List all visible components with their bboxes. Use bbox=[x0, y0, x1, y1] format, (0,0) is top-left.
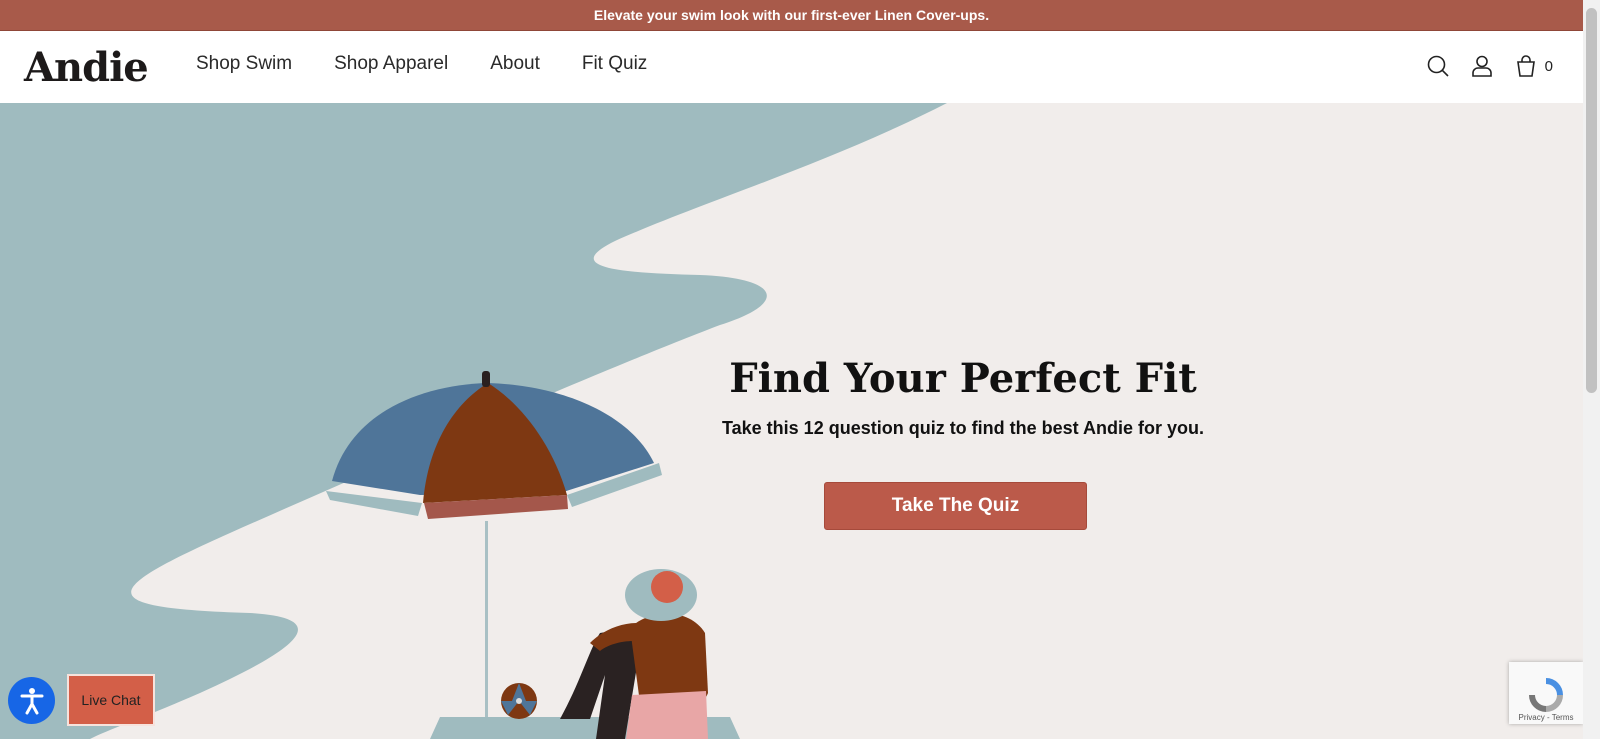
umbrella-trim-left bbox=[326, 491, 422, 516]
live-chat-label: Live Chat bbox=[81, 692, 141, 708]
header-actions: 0 bbox=[1427, 55, 1553, 77]
recaptcha-icon bbox=[1529, 678, 1563, 712]
search-icon[interactable] bbox=[1427, 55, 1449, 77]
bag-icon[interactable] bbox=[1515, 55, 1537, 77]
announcement-bar[interactable]: Elevate your swim look with our first-ev… bbox=[0, 0, 1583, 31]
umbrella-top bbox=[482, 371, 490, 387]
announcement-text[interactable]: Elevate your swim look with our first-ev… bbox=[594, 7, 989, 23]
recaptcha-links[interactable]: Privacy - Terms bbox=[1519, 713, 1574, 722]
cart-count[interactable]: 0 bbox=[1545, 58, 1553, 75]
person-hat-top bbox=[651, 571, 683, 603]
person-swimsuit bbox=[626, 691, 708, 739]
accessibility-button[interactable] bbox=[8, 677, 55, 724]
hero-subtitle: Take this 12 question quiz to find the b… bbox=[721, 418, 1205, 438]
user-icon[interactable] bbox=[1471, 55, 1493, 77]
nav-shop-swim[interactable]: Shop Swim bbox=[196, 53, 292, 75]
brand-logo[interactable]: Andie bbox=[24, 44, 149, 91]
take-quiz-button[interactable]: Take The Quiz bbox=[824, 482, 1087, 530]
hero-title: Find Your Perfect Fit bbox=[729, 355, 1197, 402]
page-scrollbar[interactable] bbox=[1583, 0, 1600, 739]
hero-section: Find Your Perfect Fit Take this 12 quest… bbox=[0, 103, 1583, 739]
umbrella-pole bbox=[485, 521, 488, 739]
main-nav: Shop Swim Shop Apparel About Fit Quiz bbox=[196, 53, 689, 75]
nav-shop-apparel[interactable]: Shop Apparel bbox=[334, 53, 448, 75]
nav-fit-quiz[interactable]: Fit Quiz bbox=[582, 53, 647, 75]
accessibility-icon bbox=[20, 687, 43, 714]
site-header: Andie Shop Swim Shop Apparel About Fit Q… bbox=[0, 31, 1583, 103]
scrollbar-thumb[interactable] bbox=[1586, 8, 1597, 393]
recaptcha-badge[interactable]: Privacy - Terms bbox=[1509, 662, 1583, 724]
live-chat-button[interactable]: Live Chat bbox=[67, 674, 155, 726]
nav-about[interactable]: About bbox=[490, 53, 540, 75]
